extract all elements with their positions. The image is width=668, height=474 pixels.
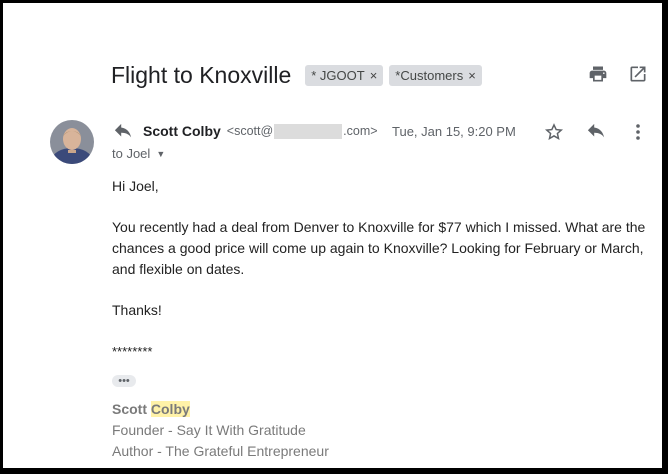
message-actions: [543, 121, 649, 143]
sender-line: Scott Colby <scott@ .com>: [143, 123, 378, 139]
remove-label-icon[interactable]: ×: [370, 68, 378, 83]
signature-line-1: Founder - Say It With Gratitude: [112, 422, 306, 438]
message-body: Hi Joel, You recently had a deal from De…: [112, 176, 652, 382]
sender-name[interactable]: Scott Colby: [143, 123, 221, 139]
sender-email: <scott@ .com>: [226, 123, 378, 139]
show-trimmed-content-button[interactable]: •••: [112, 375, 136, 387]
label-name: * JGOOT: [311, 67, 365, 83]
avatar[interactable]: [50, 120, 94, 164]
body-paragraph: You recently had a deal from Denver to K…: [112, 219, 646, 277]
thread-actions: [587, 63, 649, 85]
reply-icon[interactable]: [585, 121, 607, 143]
subject-row: Flight to Knoxville * JGOOT × *Customers…: [111, 61, 488, 89]
sender-email-suffix: .com>: [343, 124, 378, 138]
label-chip-jgoot[interactable]: * JGOOT ×: [305, 64, 384, 86]
caret-down-icon[interactable]: ▼: [156, 149, 165, 159]
recipient-line: to Joel ▼: [112, 146, 165, 161]
body-thanks: Thanks!: [112, 302, 162, 318]
message-date: Tue, Jan 15, 9:20 PM: [392, 124, 516, 139]
email-subject: Flight to Knoxville: [111, 61, 292, 88]
label-name: *Customers: [395, 67, 464, 83]
signature-name-line: Scott Colby: [112, 399, 329, 420]
email-view: Flight to Knoxville * JGOOT × *Customers…: [0, 0, 668, 474]
signature-first-name: Scott: [112, 401, 151, 417]
body-greeting: Hi Joel,: [112, 178, 159, 194]
print-icon[interactable]: [587, 63, 609, 85]
recipient-text: to Joel: [112, 146, 151, 161]
body-separator: ********: [112, 344, 153, 359]
signature-last-name: Colby: [150, 401, 190, 417]
more-vert-icon[interactable]: [627, 121, 649, 143]
star-icon[interactable]: [543, 121, 565, 143]
open-in-new-icon[interactable]: [627, 63, 649, 85]
signature-line-2: Author - The Grateful Entrepreneur: [112, 443, 329, 459]
sender-email-prefix: <scott@: [226, 124, 274, 138]
remove-label-icon[interactable]: ×: [468, 68, 476, 83]
signature: Scott Colby Founder - Say It With Gratit…: [112, 399, 329, 462]
reply-indicator-icon: [112, 123, 134, 146]
label-chip-customers[interactable]: *Customers ×: [389, 64, 482, 86]
redacted-block: [274, 123, 343, 139]
